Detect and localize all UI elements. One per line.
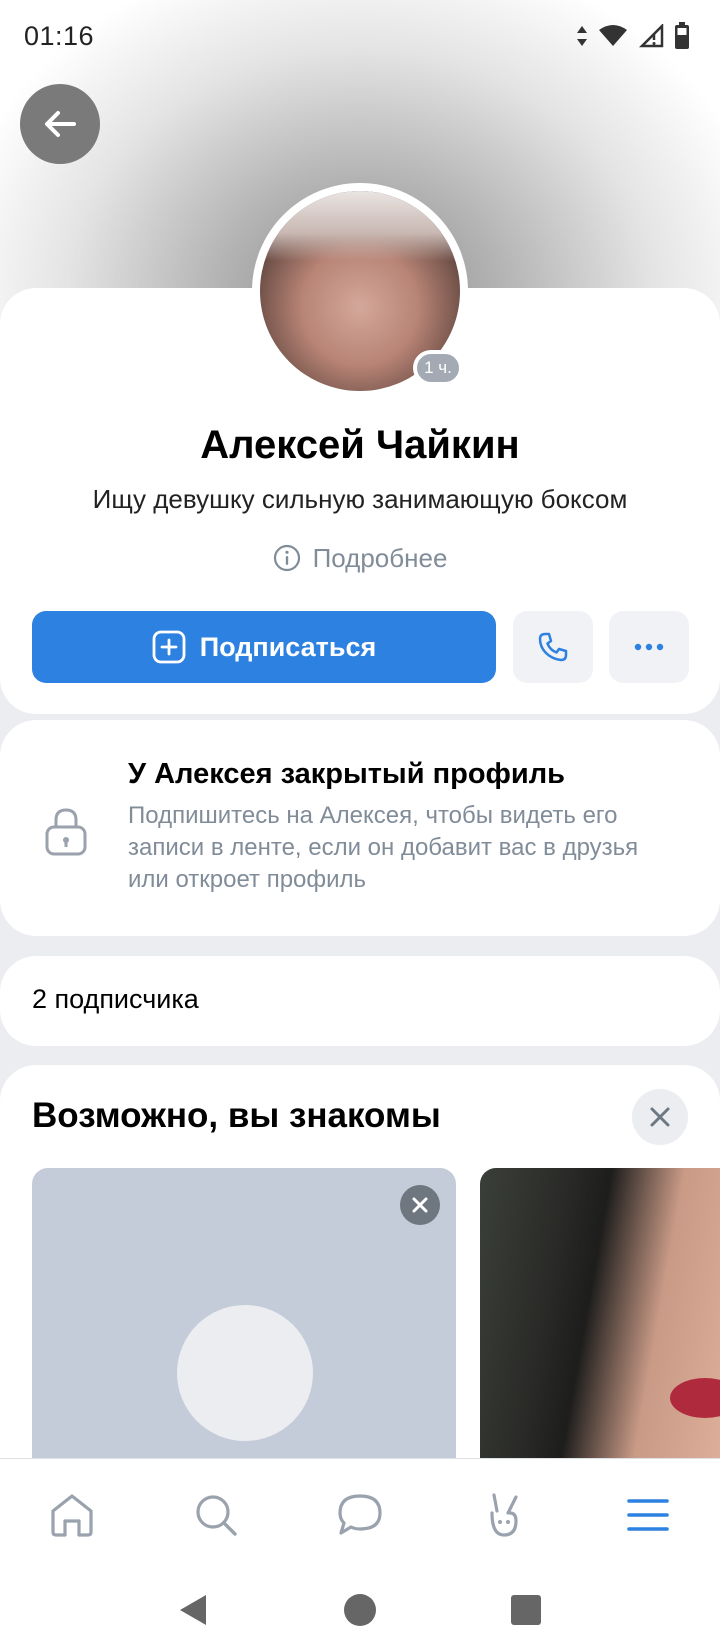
suggestions-title: Возможно, вы знакомы [32,1096,441,1135]
status-time: 01:16 [24,20,95,51]
more-button[interactable] [609,611,689,683]
more-info-label: Подробнее [312,542,448,573]
clips-icon [490,1492,518,1537]
bottom-tab-bar [0,1458,720,1570]
suggested-person-card[interactable] [480,1168,720,1468]
tab-menu[interactable] [598,1465,698,1565]
subscribe-label: Подписаться [199,631,377,662]
online-badge: 1 ч. [413,350,463,386]
dismiss-suggestion-button[interactable] [400,1185,440,1225]
call-button[interactable] [513,611,593,683]
system-nav-bar [0,1570,720,1650]
battery-icon [675,22,689,49]
messages-icon [338,1493,382,1535]
back-button[interactable] [20,84,100,164]
more-horizontal-icon [634,643,664,651]
suggestions-close-button[interactable] [632,1089,688,1145]
arrow-left-icon [45,111,76,137]
profile-status: Ищу девушку сильную занимающую боксом [92,484,628,514]
profile-name: Алексей Чайкин [200,423,520,467]
add-square-icon [152,630,186,664]
home-icon [51,1493,93,1537]
followers-count: 2 подписчика [32,984,199,1014]
nav-back-icon[interactable] [176,1592,212,1628]
lock-icon [45,808,87,856]
closed-profile-description: Подпишитесь на Алексея, чтобы видеть его… [128,802,639,893]
menu-icon [627,1498,669,1531]
tab-home[interactable] [22,1465,122,1565]
close-icon [650,1107,670,1127]
search-icon [196,1494,237,1536]
signal-icon [638,24,664,48]
tab-clips[interactable] [454,1465,554,1565]
suggested-person-photo [670,1378,720,1418]
tab-messages[interactable] [310,1465,410,1565]
wifi-icon [599,25,627,46]
status-icons [576,22,690,50]
avatar-photo-top [260,191,460,261]
more-info-link[interactable]: Подробнее [0,538,720,578]
close-icon [412,1197,428,1213]
closed-profile-title: У Алексея закрытый профиль [128,758,565,790]
suggested-person-card[interactable] [32,1168,456,1468]
data-arrows-icon [577,26,587,46]
nav-home-icon[interactable] [342,1592,378,1628]
status-bar: 01:16 [0,0,720,72]
tab-search[interactable] [166,1465,266,1565]
nav-recents-icon[interactable] [508,1592,544,1628]
subscribe-button[interactable]: Подписаться [32,611,496,683]
info-icon [273,544,300,572]
avatar-placeholder [177,1305,313,1441]
phone-icon [538,632,568,662]
